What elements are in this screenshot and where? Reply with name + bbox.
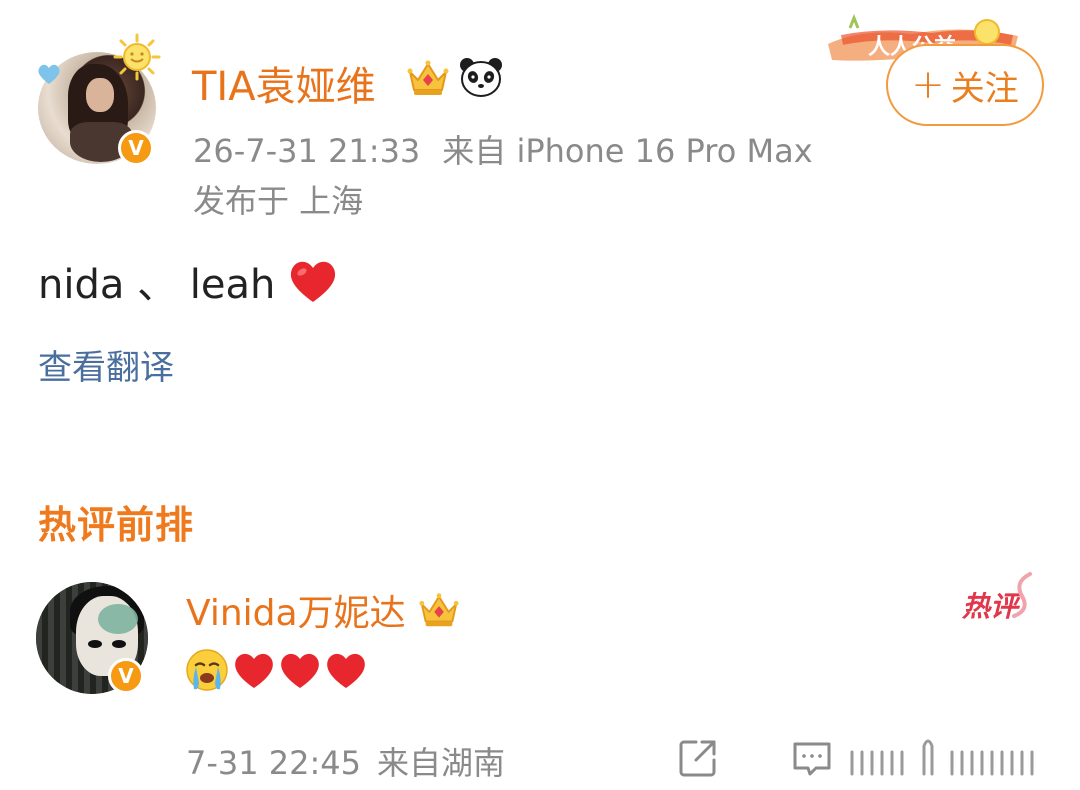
post-location: 发布于 上海 (193, 182, 364, 220)
comment-source: 来自湖南 (377, 744, 506, 782)
red-heart-icon (291, 261, 336, 302)
red-heart-icon (235, 653, 273, 688)
commenter-verified-badge: V (108, 658, 144, 694)
post-source: 来自 iPhone 16 Pro Max (442, 132, 813, 170)
comment-timestamp: 7-31 22:45 (186, 744, 362, 782)
like-icon[interactable] (846, 732, 1046, 780)
post-meta: 26-7-31 21:33 来自 iPhone 16 Pro Max (193, 126, 813, 172)
red-heart-icon (327, 653, 365, 688)
post-content: nida 、 leah (38, 252, 339, 310)
crown-icon (407, 60, 449, 95)
author-name[interactable]: TIA袁娅维 (192, 54, 376, 112)
panda-icon (460, 58, 502, 97)
follow-button[interactable]: + 关注 (886, 44, 1044, 126)
post-timestamp: 26-7-31 21:33 (193, 132, 421, 170)
share-icon[interactable] (676, 736, 720, 780)
comment-meta: 7-31 22:45 来自湖南 (186, 738, 505, 784)
blue-heart-icon (38, 64, 60, 84)
hot-tag-swirl-icon (1012, 572, 1032, 618)
comment-icon[interactable] (790, 736, 834, 780)
post-text: nida 、 leah (38, 262, 276, 308)
crying-face-icon (186, 649, 228, 691)
commenter-name[interactable]: Vinida万妮达 (186, 584, 460, 636)
crown-icon (419, 593, 459, 627)
verified-badge: V (118, 130, 154, 166)
plus-icon: + (911, 62, 945, 108)
comment-content (184, 646, 368, 694)
red-heart-icon (281, 653, 319, 688)
sun-icon (113, 33, 161, 81)
hot-comments-title: 热评前排 (38, 503, 195, 547)
follow-label: 关注 (950, 68, 1019, 109)
translate-link[interactable]: 查看翻译 (38, 340, 174, 389)
